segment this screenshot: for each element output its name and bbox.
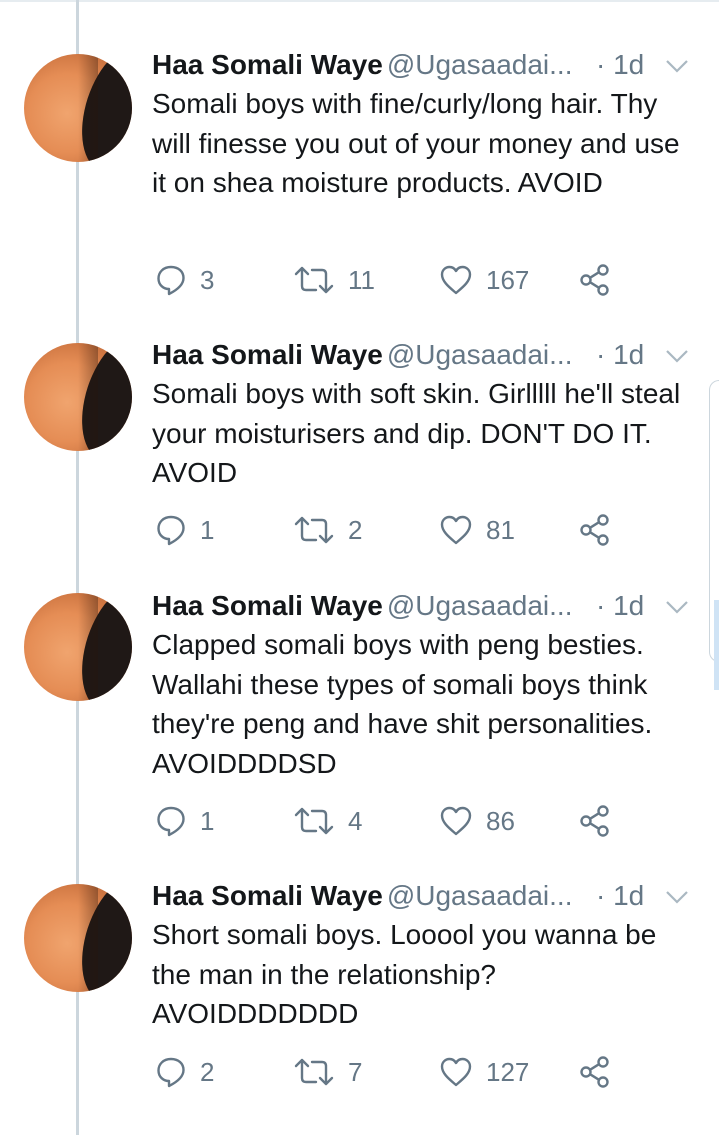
retweet-icon (294, 516, 334, 544)
avatar[interactable] (24, 343, 132, 451)
chevron-down-icon[interactable] (664, 343, 690, 369)
tweet-text: Clapped somali boys with peng besties. W… (152, 629, 653, 779)
like-button[interactable]: 127 (440, 1052, 529, 1092)
retweet-count: 7 (348, 1056, 363, 1087)
share-button[interactable] (578, 801, 612, 841)
author-handle[interactable]: @Ugasaadai... (387, 590, 573, 621)
share-icon (580, 1056, 609, 1088)
like-count: 81 (486, 514, 515, 545)
author-name[interactable]: Haa Somali Waye (152, 49, 383, 80)
chevron-down-icon[interactable] (664, 594, 690, 620)
heart-icon (440, 265, 472, 295)
tweet-text: Short somali boys. Looool you wanna be t… (152, 919, 657, 1029)
author-name[interactable]: Haa Somali Waye (152, 590, 383, 621)
retweet-icon (294, 266, 334, 294)
author-handle[interactable]: @Ugasaadai... (387, 880, 573, 911)
tweet-time[interactable]: · 1d (596, 876, 644, 916)
retweet-count: 11 (348, 264, 375, 295)
chevron-down-icon[interactable] (664, 53, 690, 79)
tweet-actions: 1 4 86 (152, 801, 697, 841)
tweet-time[interactable]: · 1d (596, 586, 644, 626)
retweet-icon (294, 1058, 334, 1086)
retweet-button[interactable]: 11 (294, 260, 375, 300)
retweet-count: 4 (348, 805, 363, 836)
share-button[interactable] (578, 1052, 612, 1092)
retweet-count: 2 (348, 514, 363, 545)
like-button[interactable]: 167 (440, 260, 529, 300)
author-handle[interactable]: @Ugasaadai... (387, 49, 573, 80)
top-divider (0, 0, 719, 2)
reply-count: 1 (200, 805, 215, 836)
tweet-actions: 1 2 81 (152, 510, 697, 550)
reply-icon (157, 1057, 185, 1088)
tweet-time[interactable]: · 1d (596, 45, 644, 85)
share-icon (580, 805, 609, 837)
avatar[interactable] (24, 593, 132, 701)
reply-count: 2 (200, 1056, 215, 1087)
tweet-text: Somali boys with soft skin. Girlllll he'… (152, 378, 681, 488)
author-name[interactable]: Haa Somali Waye (152, 339, 383, 370)
reply-icon (157, 265, 185, 296)
reply-icon (157, 806, 185, 837)
scroll-edge-accent (714, 600, 719, 690)
retweet-button[interactable]: 2 (294, 510, 362, 550)
tweet-text: Somali boys with fine/curly/long hair. T… (152, 88, 680, 198)
like-button[interactable]: 81 (440, 510, 515, 550)
like-count: 127 (486, 1056, 530, 1087)
chevron-down-icon[interactable] (664, 884, 690, 910)
tweet-header: Haa Somali Waye @Ugasaadai... · 1d (152, 586, 697, 626)
tweet-actions: 3 11 167 (152, 260, 697, 300)
share-button[interactable] (578, 260, 612, 300)
avatar[interactable] (24, 54, 132, 162)
retweet-icon (294, 807, 334, 835)
reply-button[interactable]: 3 (156, 260, 214, 300)
like-button[interactable]: 86 (440, 801, 515, 841)
like-count: 167 (486, 264, 530, 295)
reply-button[interactable]: 1 (156, 801, 214, 841)
reply-button[interactable]: 1 (156, 510, 214, 550)
author-handle[interactable]: @Ugasaadai... (387, 339, 573, 370)
share-button[interactable] (578, 510, 612, 550)
reply-count: 3 (200, 264, 215, 295)
heart-icon (440, 806, 472, 836)
author-name[interactable]: Haa Somali Waye (152, 880, 383, 911)
like-count: 86 (486, 805, 515, 836)
tweet-header: Haa Somali Waye @Ugasaadai... · 1d (152, 335, 697, 375)
avatar[interactable] (24, 884, 132, 992)
tweet-header: Haa Somali Waye @Ugasaadai... · 1d (152, 45, 697, 85)
share-icon (580, 514, 609, 546)
reply-button[interactable]: 2 (156, 1052, 214, 1092)
tweet-actions: 2 7 127 (152, 1052, 697, 1092)
heart-icon (440, 1057, 472, 1087)
tweet-time[interactable]: · 1d (596, 335, 644, 375)
heart-icon (440, 515, 472, 545)
reply-icon (157, 515, 185, 546)
tweet-header: Haa Somali Waye @Ugasaadai... · 1d (152, 876, 697, 916)
reply-count: 1 (200, 514, 215, 545)
retweet-button[interactable]: 7 (294, 1052, 362, 1092)
retweet-button[interactable]: 4 (294, 801, 362, 841)
share-icon (580, 264, 609, 296)
